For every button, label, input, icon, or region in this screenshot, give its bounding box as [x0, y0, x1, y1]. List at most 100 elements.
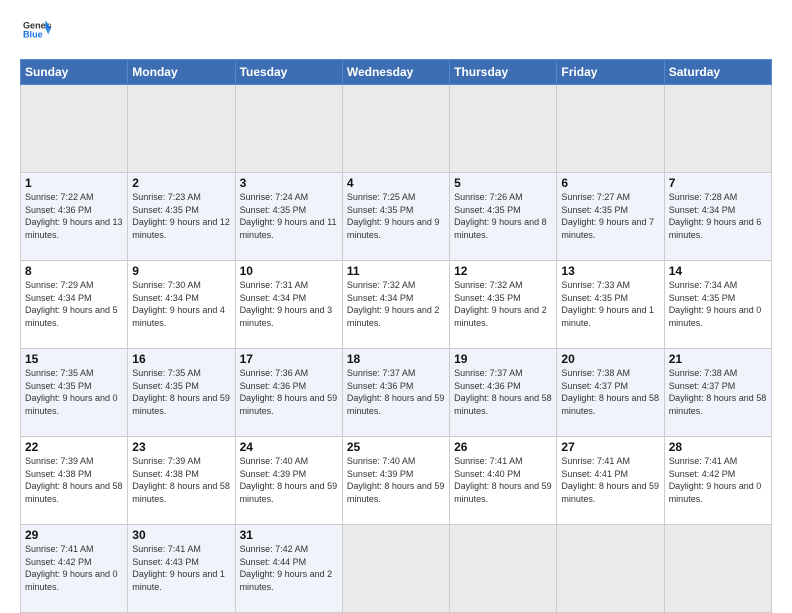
cell-info: Sunrise: 7:37 AMSunset: 4:36 PMDaylight:… — [347, 367, 445, 417]
calendar-cell: 11Sunrise: 7:32 AMSunset: 4:34 PMDayligh… — [342, 261, 449, 349]
day-number: 16 — [132, 352, 230, 366]
cell-info: Sunrise: 7:28 AMSunset: 4:34 PMDaylight:… — [669, 191, 767, 241]
calendar-cell — [664, 85, 771, 173]
cell-info: Sunrise: 7:26 AMSunset: 4:35 PMDaylight:… — [454, 191, 552, 241]
day-number: 29 — [25, 528, 123, 542]
calendar-cell — [342, 85, 449, 173]
calendar-cell: 3Sunrise: 7:24 AMSunset: 4:35 PMDaylight… — [235, 173, 342, 261]
cell-info: Sunrise: 7:42 AMSunset: 4:44 PMDaylight:… — [240, 543, 338, 593]
calendar-cell: 5Sunrise: 7:26 AMSunset: 4:35 PMDaylight… — [450, 173, 557, 261]
cell-info: Sunrise: 7:32 AMSunset: 4:34 PMDaylight:… — [347, 279, 445, 329]
cell-info: Sunrise: 7:38 AMSunset: 4:37 PMDaylight:… — [561, 367, 659, 417]
col-header-monday: Monday — [128, 60, 235, 85]
cell-info: Sunrise: 7:41 AMSunset: 4:43 PMDaylight:… — [132, 543, 230, 593]
day-number: 20 — [561, 352, 659, 366]
calendar-cell: 4Sunrise: 7:25 AMSunset: 4:35 PMDaylight… — [342, 173, 449, 261]
calendar-cell: 30Sunrise: 7:41 AMSunset: 4:43 PMDayligh… — [128, 525, 235, 613]
day-number: 10 — [240, 264, 338, 278]
calendar-cell: 31Sunrise: 7:42 AMSunset: 4:44 PMDayligh… — [235, 525, 342, 613]
day-number: 24 — [240, 440, 338, 454]
cell-info: Sunrise: 7:25 AMSunset: 4:35 PMDaylight:… — [347, 191, 445, 241]
calendar-cell: 10Sunrise: 7:31 AMSunset: 4:34 PMDayligh… — [235, 261, 342, 349]
day-number: 27 — [561, 440, 659, 454]
cell-info: Sunrise: 7:34 AMSunset: 4:35 PMDaylight:… — [669, 279, 767, 329]
cell-info: Sunrise: 7:35 AMSunset: 4:35 PMDaylight:… — [25, 367, 123, 417]
calendar-cell — [557, 525, 664, 613]
logo: General Blue — [20, 16, 51, 49]
calendar-week-row: 15Sunrise: 7:35 AMSunset: 4:35 PMDayligh… — [21, 349, 772, 437]
cell-info: Sunrise: 7:31 AMSunset: 4:34 PMDaylight:… — [240, 279, 338, 329]
cell-info: Sunrise: 7:36 AMSunset: 4:36 PMDaylight:… — [240, 367, 338, 417]
calendar-cell: 29Sunrise: 7:41 AMSunset: 4:42 PMDayligh… — [21, 525, 128, 613]
calendar-week-row: 22Sunrise: 7:39 AMSunset: 4:38 PMDayligh… — [21, 437, 772, 525]
calendar-cell — [664, 525, 771, 613]
calendar-cell: 20Sunrise: 7:38 AMSunset: 4:37 PMDayligh… — [557, 349, 664, 437]
calendar-cell: 2Sunrise: 7:23 AMSunset: 4:35 PMDaylight… — [128, 173, 235, 261]
cell-info: Sunrise: 7:41 AMSunset: 4:40 PMDaylight:… — [454, 455, 552, 505]
day-number: 7 — [669, 176, 767, 190]
col-header-tuesday: Tuesday — [235, 60, 342, 85]
cell-info: Sunrise: 7:41 AMSunset: 4:42 PMDaylight:… — [669, 455, 767, 505]
day-number: 2 — [132, 176, 230, 190]
day-number: 15 — [25, 352, 123, 366]
day-number: 12 — [454, 264, 552, 278]
day-number: 30 — [132, 528, 230, 542]
day-number: 19 — [454, 352, 552, 366]
day-number: 31 — [240, 528, 338, 542]
day-number: 23 — [132, 440, 230, 454]
calendar-cell — [128, 85, 235, 173]
col-header-thursday: Thursday — [450, 60, 557, 85]
calendar-week-row: 1Sunrise: 7:22 AMSunset: 4:36 PMDaylight… — [21, 173, 772, 261]
calendar-cell — [21, 85, 128, 173]
calendar-cell: 22Sunrise: 7:39 AMSunset: 4:38 PMDayligh… — [21, 437, 128, 525]
col-header-wednesday: Wednesday — [342, 60, 449, 85]
calendar-cell: 17Sunrise: 7:36 AMSunset: 4:36 PMDayligh… — [235, 349, 342, 437]
calendar-cell: 18Sunrise: 7:37 AMSunset: 4:36 PMDayligh… — [342, 349, 449, 437]
calendar-cell: 12Sunrise: 7:32 AMSunset: 4:35 PMDayligh… — [450, 261, 557, 349]
day-number: 5 — [454, 176, 552, 190]
calendar-cell: 23Sunrise: 7:39 AMSunset: 4:38 PMDayligh… — [128, 437, 235, 525]
calendar-cell: 14Sunrise: 7:34 AMSunset: 4:35 PMDayligh… — [664, 261, 771, 349]
calendar-table: SundayMondayTuesdayWednesdayThursdayFrid… — [20, 59, 772, 613]
calendar-cell: 28Sunrise: 7:41 AMSunset: 4:42 PMDayligh… — [664, 437, 771, 525]
cell-info: Sunrise: 7:27 AMSunset: 4:35 PMDaylight:… — [561, 191, 659, 241]
logo-icon: General Blue — [23, 16, 51, 44]
cell-info: Sunrise: 7:40 AMSunset: 4:39 PMDaylight:… — [347, 455, 445, 505]
calendar-cell: 1Sunrise: 7:22 AMSunset: 4:36 PMDaylight… — [21, 173, 128, 261]
calendar-week-row: 8Sunrise: 7:29 AMSunset: 4:34 PMDaylight… — [21, 261, 772, 349]
calendar-week-row — [21, 85, 772, 173]
col-header-sunday: Sunday — [21, 60, 128, 85]
day-number: 4 — [347, 176, 445, 190]
cell-info: Sunrise: 7:30 AMSunset: 4:34 PMDaylight:… — [132, 279, 230, 329]
day-number: 1 — [25, 176, 123, 190]
calendar-cell: 7Sunrise: 7:28 AMSunset: 4:34 PMDaylight… — [664, 173, 771, 261]
calendar-cell: 8Sunrise: 7:29 AMSunset: 4:34 PMDaylight… — [21, 261, 128, 349]
calendar-week-row: 29Sunrise: 7:41 AMSunset: 4:42 PMDayligh… — [21, 525, 772, 613]
calendar-cell: 19Sunrise: 7:37 AMSunset: 4:36 PMDayligh… — [450, 349, 557, 437]
day-number: 14 — [669, 264, 767, 278]
svg-text:Blue: Blue — [23, 30, 43, 40]
calendar-cell: 25Sunrise: 7:40 AMSunset: 4:39 PMDayligh… — [342, 437, 449, 525]
calendar-cell — [235, 85, 342, 173]
cell-info: Sunrise: 7:22 AMSunset: 4:36 PMDaylight:… — [25, 191, 123, 241]
day-number: 11 — [347, 264, 445, 278]
calendar-cell — [557, 85, 664, 173]
day-number: 18 — [347, 352, 445, 366]
calendar-cell: 26Sunrise: 7:41 AMSunset: 4:40 PMDayligh… — [450, 437, 557, 525]
calendar-cell: 13Sunrise: 7:33 AMSunset: 4:35 PMDayligh… — [557, 261, 664, 349]
cell-info: Sunrise: 7:33 AMSunset: 4:35 PMDaylight:… — [561, 279, 659, 329]
day-number: 6 — [561, 176, 659, 190]
calendar-cell: 6Sunrise: 7:27 AMSunset: 4:35 PMDaylight… — [557, 173, 664, 261]
page: General Blue SundayMondayTuesdayWednesda… — [0, 0, 792, 612]
calendar-cell — [450, 525, 557, 613]
cell-info: Sunrise: 7:38 AMSunset: 4:37 PMDaylight:… — [669, 367, 767, 417]
cell-info: Sunrise: 7:35 AMSunset: 4:35 PMDaylight:… — [132, 367, 230, 417]
day-number: 8 — [25, 264, 123, 278]
header: General Blue — [20, 16, 772, 49]
day-number: 28 — [669, 440, 767, 454]
day-number: 17 — [240, 352, 338, 366]
calendar-cell: 24Sunrise: 7:40 AMSunset: 4:39 PMDayligh… — [235, 437, 342, 525]
cell-info: Sunrise: 7:41 AMSunset: 4:41 PMDaylight:… — [561, 455, 659, 505]
day-number: 22 — [25, 440, 123, 454]
day-number: 21 — [669, 352, 767, 366]
